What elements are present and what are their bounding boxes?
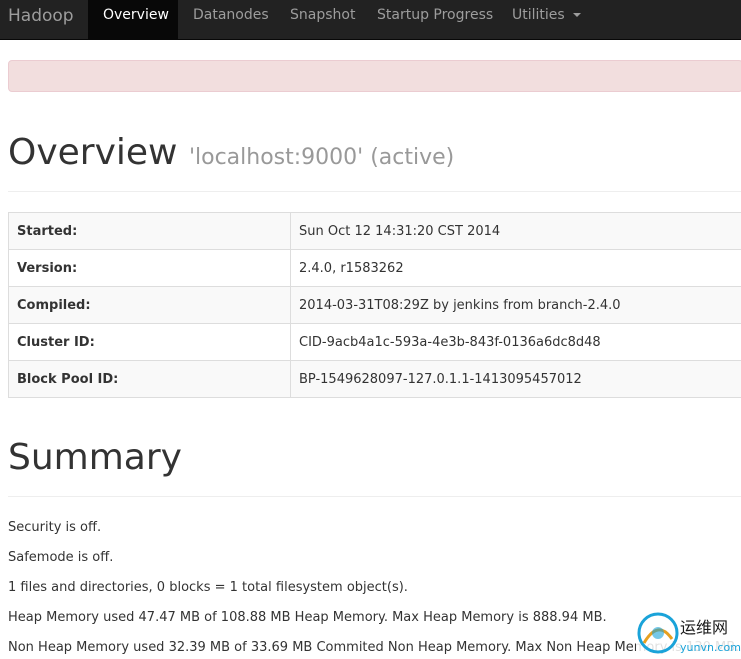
row-label-version: Version:	[8, 249, 291, 287]
nav-tab-label: Startup Progress	[377, 7, 494, 23]
overview-subtitle: 'localhost:9000' (active)	[188, 145, 455, 170]
watermark-text-en: yunvn.com	[680, 641, 741, 654]
alert-banner	[8, 60, 741, 92]
brand-logo-text[interactable]: Hadoop	[8, 4, 74, 28]
table-row: Block Pool ID: BP-1549628097-127.0.1.1-1…	[8, 360, 741, 398]
summary-filesystem-objects: 1 files and directories, 0 blocks = 1 to…	[8, 580, 408, 595]
summary-non-heap-memory: Non Heap Memory used 32.39 MB of 33.69 M…	[8, 640, 740, 655]
nav-tab-snapshot[interactable]: Snapshot	[275, 0, 370, 39]
nav-tab-datanodes[interactable]: Datanodes	[178, 0, 284, 39]
row-value-version: 2.4.0, r1583262	[290, 249, 741, 287]
nav-tab-label: Utilities	[512, 7, 565, 23]
nav-tab-startup-progress[interactable]: Startup Progress	[362, 0, 508, 39]
row-label-block-pool-id: Block Pool ID:	[8, 360, 291, 398]
row-label-started: Started:	[8, 212, 291, 250]
section-title-summary: Summary	[8, 437, 182, 478]
table-row: Started: Sun Oct 12 14:31:20 CST 2014	[8, 212, 741, 250]
summary-security: Security is off.	[8, 520, 102, 535]
overview-table: Started: Sun Oct 12 14:31:20 CST 2014 Ve…	[8, 212, 741, 398]
row-value-cluster-id: CID-9acb4a1c-593a-4e3b-843f-0136a6dc8d48	[290, 323, 741, 361]
overview-title: Overview	[8, 132, 178, 173]
watermark-text-cn: 运维网	[680, 618, 728, 637]
chevron-down-icon	[573, 13, 582, 17]
nav-dropdown-utilities[interactable]: Utilities	[497, 0, 596, 39]
table-row: Version: 2.4.0, r1583262	[8, 249, 741, 287]
table-row: Cluster ID: CID-9acb4a1c-593a-4e3b-843f-…	[8, 323, 741, 361]
summary-safemode: Safemode is off.	[8, 550, 114, 565]
nav-tab-label: Snapshot	[290, 7, 356, 23]
summary-heap-memory: Heap Memory used 47.47 MB of 108.88 MB H…	[8, 610, 607, 625]
top-navbar: Hadoop Overview Datanodes Snapshot Start…	[0, 0, 741, 40]
row-value-compiled: 2014-03-31T08:29Z by jenkins from branch…	[290, 286, 741, 324]
row-value-block-pool-id: BP-1549628097-127.0.1.1-1413095457012	[290, 360, 741, 398]
summary-header-divider	[8, 496, 741, 497]
row-value-started: Sun Oct 12 14:31:20 CST 2014	[290, 212, 741, 250]
nav-tab-label: Overview	[103, 7, 169, 23]
table-row: Compiled: 2014-03-31T08:29Z by jenkins f…	[8, 286, 741, 324]
nav-tab-overview[interactable]: Overview	[88, 0, 178, 39]
watermark-logo: 运维网 yunvn.com	[636, 609, 741, 659]
nav-tab-label: Datanodes	[193, 7, 269, 23]
row-label-compiled: Compiled:	[8, 286, 291, 324]
overview-header-divider	[8, 191, 741, 192]
page-title-overview: Overview 'localhost:9000' (active)	[8, 129, 454, 182]
row-label-cluster-id: Cluster ID:	[8, 323, 291, 361]
